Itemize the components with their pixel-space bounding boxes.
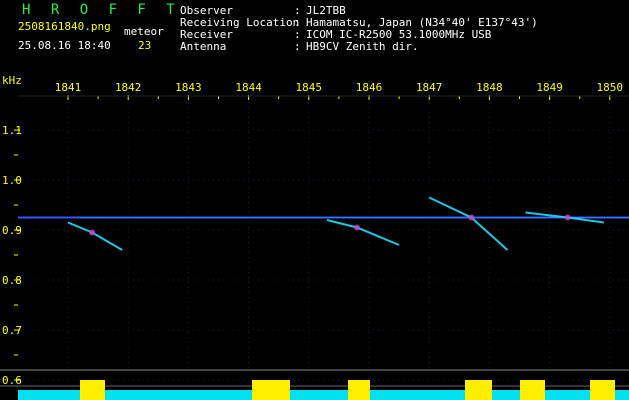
meteor-echo [428,196,509,251]
amplitude-peak [252,380,290,400]
meteor-echo-head [468,214,475,221]
x-tick-label: 1844 [235,81,262,94]
spectrogram: kHz 1841 1842 1843 1844 1845 1846 1847 1848 1849… [0,74,629,400]
x-tick-label: 1850 [597,81,624,94]
amplitude-peak [465,380,492,400]
amplitude-peak [590,380,615,400]
meteor-echo-head [353,224,360,231]
amplitude-peak [348,380,370,400]
x-tick-label: 1845 [296,81,323,94]
x-tick-label: 1846 [356,81,383,94]
meteor-echo-head [89,229,96,236]
y-unit-label: kHz [2,74,22,87]
x-tick-label: 1843 [175,81,202,94]
x-tick-label: 1849 [536,81,563,94]
amplitude-peak [80,380,105,400]
x-tick-label: 1847 [416,81,443,94]
amplitude-peak [520,380,545,400]
x-tick-label: 1841 [55,81,82,94]
meteor-echo-head [564,214,571,221]
meteor-echo [326,219,400,246]
x-tick-label: 1848 [476,81,503,94]
meteor-echo [67,221,123,251]
x-tick-label: 1842 [115,81,142,94]
